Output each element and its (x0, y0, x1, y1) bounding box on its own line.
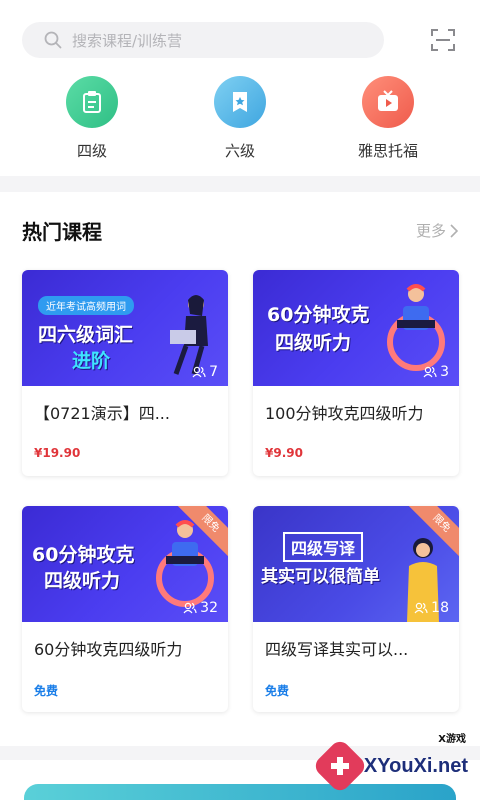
course-price: 免费 (265, 684, 290, 698)
enrolled-value: 3 (440, 364, 449, 380)
play-tv-icon (362, 76, 414, 128)
chevron-right-icon (450, 223, 458, 238)
course-thumbnail: 60分钟攻克 四级听力 3 (253, 270, 459, 386)
course-thumbnail: 60分钟攻克 四级听力 限免 32 (22, 506, 228, 622)
thumbnail-tag: 近年考试高频用词 (38, 296, 134, 315)
hot-courses-section: 热门课程 更多 近年考试高频用词 四六级词汇 进阶 7 【0721演示】四...… (0, 192, 480, 746)
course-card[interactable]: 四级写译 其实可以很简单 限免 18 四级写译其实可以... 免费 (253, 506, 459, 712)
course-title: 【0721演示】四... (34, 404, 170, 423)
category-ielts-toefl[interactable]: 雅思托福 (338, 76, 438, 161)
scan-icon[interactable] (430, 27, 456, 53)
category-label: 四级 (76, 142, 107, 160)
thumbnail-title: 四六级词汇 (38, 324, 134, 346)
course-title: 100分钟攻克四级听力 (265, 404, 424, 423)
course-card[interactable]: 近年考试高频用词 四六级词汇 进阶 7 【0721演示】四... ¥19.90 (22, 270, 228, 476)
enrolled-value: 32 (200, 600, 218, 616)
enrolled-value: 18 (431, 600, 449, 616)
thumbnail-title: 60分钟攻克 (267, 304, 370, 326)
category-cet4[interactable]: 四级 (42, 76, 142, 161)
enrolled-count: 7 (192, 364, 218, 380)
notebook-icon (66, 76, 118, 128)
thumbnail-subtitle: 四级听力 (44, 570, 121, 592)
enrolled-value: 7 (209, 364, 218, 380)
course-thumbnail: 四级写译 其实可以很简单 限免 18 (253, 506, 459, 622)
watermark: XYouXi.net X游戏 (311, 734, 468, 795)
thumbnail-subtitle: 进阶 (72, 350, 111, 372)
enrolled-count: 32 (183, 600, 218, 616)
app-home: 搜索课程/训练营 四级 六级 雅思托福 热门课程 更多 近年考试高频用词 四六级… (0, 0, 480, 800)
thumbnail-title: 60分钟攻克 (32, 544, 135, 566)
category-label: 六级 (224, 142, 255, 160)
course-card[interactable]: 60分钟攻克 四级听力 3 100分钟攻克四级听力 ¥9.90 (253, 270, 459, 476)
people-icon (183, 602, 197, 614)
more-label: 更多 (415, 222, 446, 240)
search-bar[interactable]: 搜索课程/训练营 (22, 22, 384, 58)
enrolled-count: 18 (414, 600, 449, 616)
book-star-icon (214, 76, 266, 128)
promo-banner[interactable] (24, 784, 456, 800)
more-link[interactable]: 更多 (416, 220, 458, 241)
gamepad-logo-icon (311, 737, 369, 795)
top-panel: 搜索课程/训练营 四级 六级 雅思托福 (0, 0, 480, 176)
course-title: 四级写译其实可以... (265, 640, 409, 659)
course-thumbnail: 近年考试高频用词 四六级词汇 进阶 7 (22, 270, 228, 386)
course-card[interactable]: 60分钟攻克 四级听力 限免 32 60分钟攻克四级听力 免费 (22, 506, 228, 712)
search-placeholder: 搜索课程/训练营 (72, 31, 183, 50)
people-icon (423, 366, 437, 378)
thumbnail-title: 四级写译 (283, 532, 364, 562)
category-row: 四级 六级 雅思托福 (0, 76, 480, 166)
course-price: 免费 (34, 684, 59, 698)
enrolled-count: 3 (423, 364, 449, 380)
thumbnail-subtitle: 其实可以很简单 (261, 567, 380, 587)
category-label: 雅思托福 (357, 142, 418, 160)
people-icon (192, 366, 206, 378)
course-price: ¥19.90 (34, 446, 81, 460)
thumbnail-subtitle: 四级听力 (275, 332, 352, 354)
section-title: 热门课程 (22, 220, 102, 244)
course-title: 60分钟攻克四级听力 (34, 640, 183, 659)
category-cet6[interactable]: 六级 (190, 76, 290, 161)
people-icon (414, 602, 428, 614)
course-price: ¥9.90 (265, 446, 303, 460)
watermark-subtext: X游戏 (438, 734, 466, 745)
search-icon (44, 31, 62, 49)
watermark-text: XYouXi.net (363, 754, 468, 777)
